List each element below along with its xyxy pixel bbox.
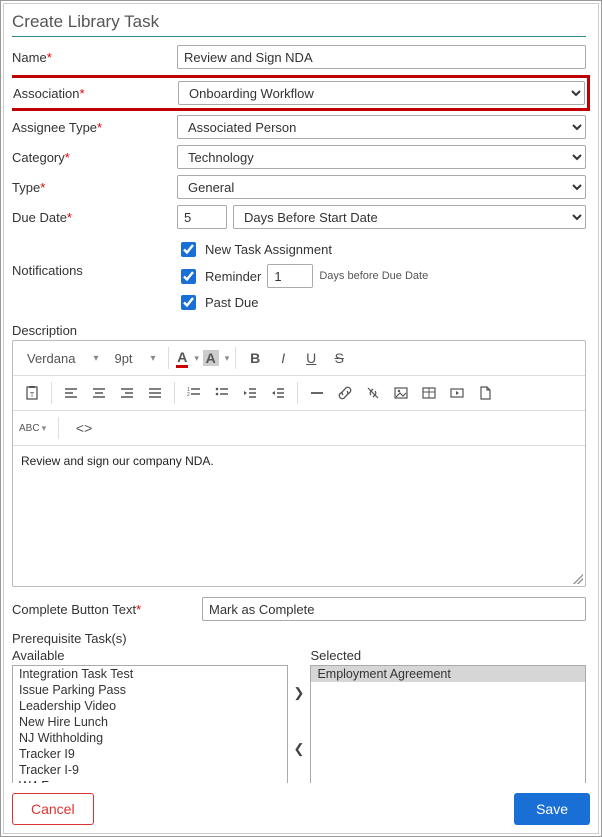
- indent-button[interactable]: [265, 380, 291, 406]
- list-item[interactable]: NJ Withholding: [13, 730, 287, 746]
- editor-toolbar-row1: Verdana▾ 9pt▾ A▾ A▾ B I U S: [13, 341, 585, 376]
- rich-text-editor: Verdana▾ 9pt▾ A▾ A▾ B I U S: [12, 340, 586, 587]
- label-due-date: Due Date*: [12, 210, 177, 225]
- reminder-days-input[interactable]: [267, 264, 313, 288]
- insert-file-button[interactable]: [472, 380, 498, 406]
- list-item[interactable]: Employment Agreement: [311, 666, 585, 682]
- dialog-footer: Cancel Save: [12, 783, 590, 825]
- due-date-number-input[interactable]: [177, 205, 227, 229]
- label-available: Available: [12, 648, 288, 663]
- remove-link-button[interactable]: [360, 380, 386, 406]
- label-complete-button-text: Complete Button Text*: [12, 602, 202, 617]
- list-item[interactable]: Tracker I9: [13, 746, 287, 762]
- svg-text:2: 2: [187, 392, 190, 398]
- underline-button[interactable]: U: [298, 345, 324, 371]
- save-button[interactable]: Save: [514, 793, 590, 825]
- list-item[interactable]: Tracker I-9: [13, 762, 287, 778]
- page-title: Create Library Task: [12, 10, 586, 37]
- paste-text-button[interactable]: T: [19, 380, 45, 406]
- selected-listbox[interactable]: Employment Agreement: [310, 665, 586, 783]
- list-item[interactable]: Issue Parking Pass: [13, 682, 287, 698]
- type-select[interactable]: General: [177, 175, 586, 199]
- prerequisite-picker: Available Integration Task TestIssue Par…: [12, 648, 586, 783]
- list-item[interactable]: Integration Task Test: [13, 666, 287, 682]
- label-selected: Selected: [310, 648, 586, 663]
- label-assignee-type: Assignee Type*: [12, 120, 177, 135]
- row-association: Association* Onboarding Workflow: [12, 75, 590, 111]
- row-name: Name*: [12, 45, 586, 69]
- move-right-button[interactable]: ❯: [294, 685, 305, 701]
- name-input[interactable]: [177, 45, 586, 69]
- row-complete-button-text: Complete Button Text*: [12, 597, 586, 621]
- move-left-button[interactable]: ❮: [294, 741, 305, 757]
- resize-handle-icon[interactable]: [573, 574, 583, 584]
- spellcheck-button[interactable]: ABC▾: [19, 415, 46, 441]
- label-notifications: Notifications: [12, 235, 177, 278]
- editor-content[interactable]: Review and sign our company NDA.: [13, 446, 585, 586]
- label-association: Association*: [13, 86, 178, 101]
- row-assignee-type: Assignee Type* Associated Person: [12, 115, 586, 139]
- label-category: Category*: [12, 150, 177, 165]
- highlight-color-button[interactable]: A▾: [203, 345, 230, 371]
- row-type: Type* General: [12, 175, 586, 199]
- insert-video-button[interactable]: [444, 380, 470, 406]
- row-notifications: Notifications New Task Assignment Remind…: [12, 235, 586, 313]
- ordered-list-button[interactable]: 12: [181, 380, 207, 406]
- unordered-list-button[interactable]: [209, 380, 235, 406]
- association-select[interactable]: Onboarding Workflow: [178, 81, 585, 105]
- reminder-days-suffix: Days before Due Date: [319, 270, 428, 282]
- code-view-button[interactable]: <>: [71, 415, 97, 441]
- font-color-button[interactable]: A▾: [175, 345, 201, 371]
- bold-button[interactable]: B: [242, 345, 268, 371]
- insert-table-button[interactable]: [416, 380, 442, 406]
- form-scroll-area[interactable]: Create Library Task Name* Association* O…: [12, 10, 590, 783]
- checkbox-past-due[interactable]: [181, 295, 196, 310]
- category-select[interactable]: Technology: [177, 145, 586, 169]
- row-due-date: Due Date* Days Before Start Date: [12, 205, 586, 229]
- label-description: Description: [12, 323, 586, 338]
- align-center-button[interactable]: [86, 380, 112, 406]
- label-prerequisite-tasks: Prerequisite Task(s): [12, 631, 586, 646]
- checkbox-label-reminder: Reminder: [205, 269, 261, 284]
- insert-link-button[interactable]: [332, 380, 358, 406]
- list-item[interactable]: Leadership Video: [13, 698, 287, 714]
- align-justify-button[interactable]: [142, 380, 168, 406]
- editor-toolbar-row3: ABC▾ <>: [13, 411, 585, 446]
- checkbox-label-past-due: Past Due: [205, 295, 258, 310]
- checkbox-reminder[interactable]: [181, 269, 196, 284]
- checkbox-new-task-assignment[interactable]: [181, 242, 196, 257]
- editor-toolbar-row2: T 12: [13, 376, 585, 411]
- insert-image-button[interactable]: [388, 380, 414, 406]
- outdent-button[interactable]: [237, 380, 263, 406]
- row-category: Category* Technology: [12, 145, 586, 169]
- horizontal-rule-button[interactable]: [304, 380, 330, 406]
- available-listbox[interactable]: Integration Task TestIssue Parking PassL…: [12, 665, 288, 783]
- align-left-button[interactable]: [58, 380, 84, 406]
- font-size-select[interactable]: 9pt▾: [106, 345, 161, 371]
- strikethrough-button[interactable]: S: [326, 345, 352, 371]
- cancel-button[interactable]: Cancel: [12, 793, 94, 825]
- label-type: Type*: [12, 180, 177, 195]
- label-name: Name*: [12, 50, 177, 65]
- align-right-button[interactable]: [114, 380, 140, 406]
- list-item[interactable]: New Hire Lunch: [13, 714, 287, 730]
- italic-button[interactable]: I: [270, 345, 296, 371]
- checkbox-label-new-task: New Task Assignment: [205, 242, 332, 257]
- assignee-type-select[interactable]: Associated Person: [177, 115, 586, 139]
- complete-button-text-input[interactable]: [202, 597, 586, 621]
- due-date-unit-select[interactable]: Days Before Start Date: [233, 205, 586, 229]
- font-family-select[interactable]: Verdana▾: [19, 345, 104, 371]
- svg-text:T: T: [30, 392, 35, 399]
